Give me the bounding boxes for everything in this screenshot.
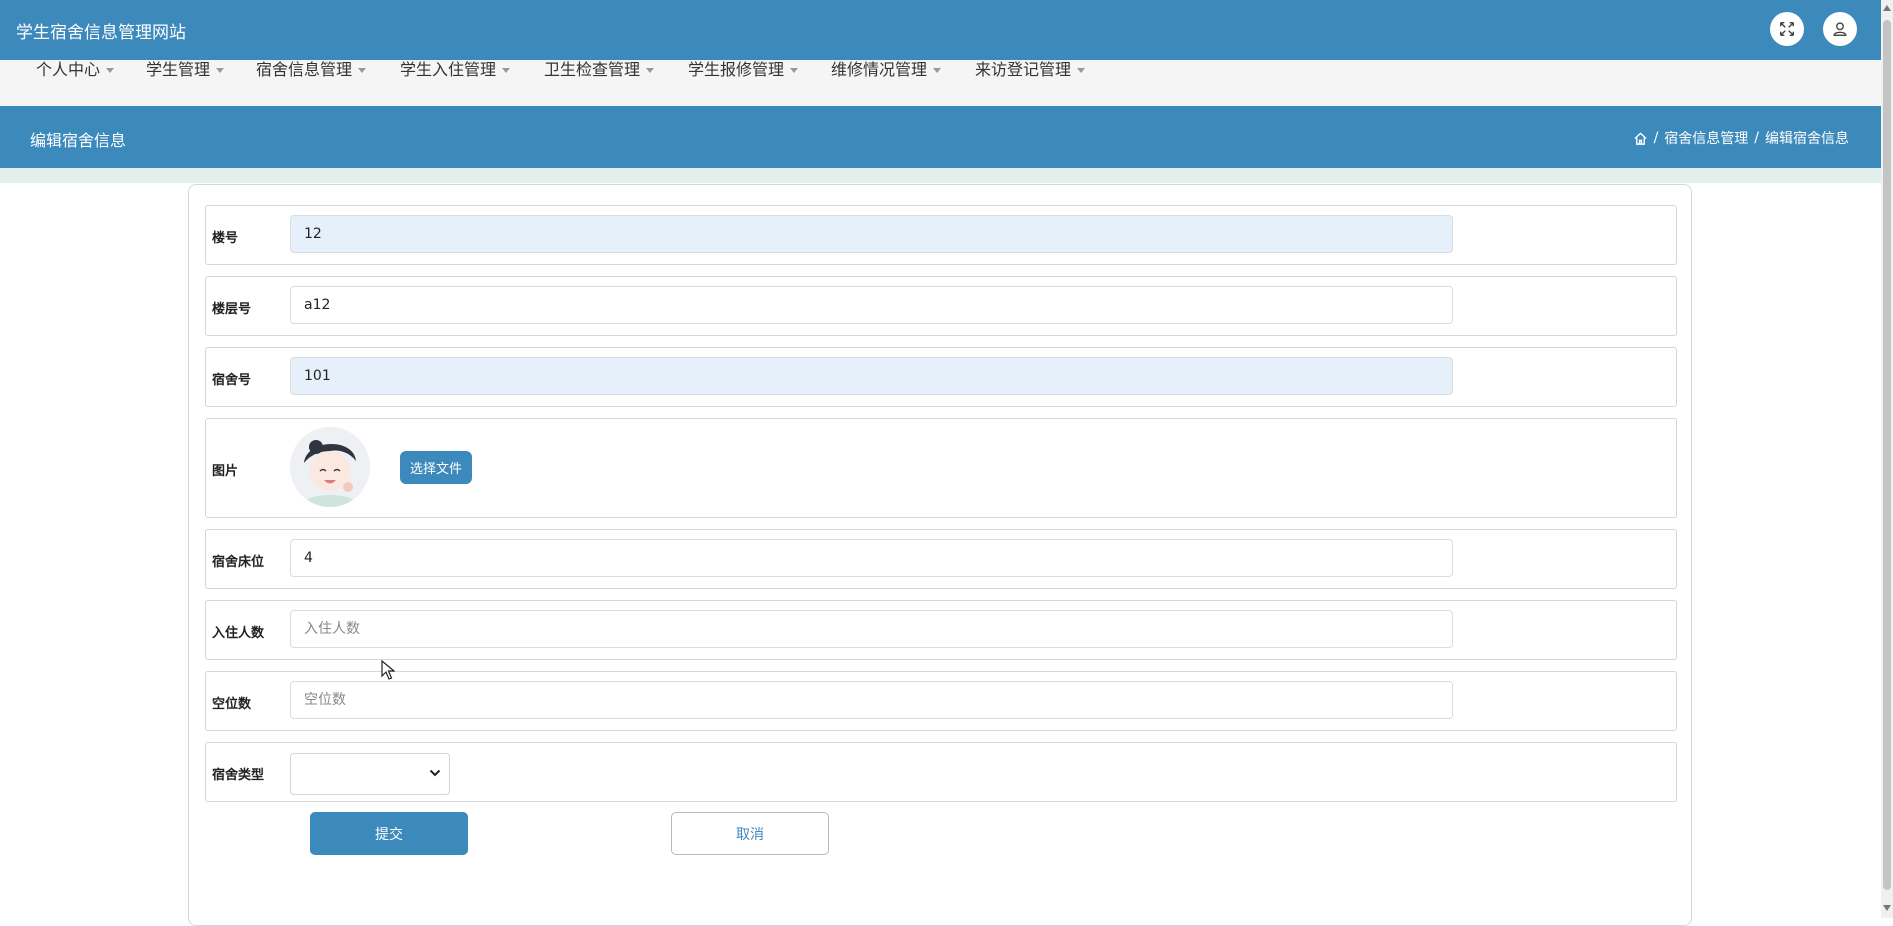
user-menu-button[interactable] xyxy=(1823,12,1857,46)
breadcrumb-separator: / xyxy=(1754,130,1759,146)
dorm-number-label: 宿舍号 xyxy=(212,373,252,388)
vacancies-input[interactable] xyxy=(290,681,1453,719)
submit-button[interactable]: 提交 xyxy=(310,812,468,855)
page-title: 编辑宿舍信息 xyxy=(30,131,127,150)
beds-label: 宿舍床位 xyxy=(212,555,265,570)
avatar-illustration-icon xyxy=(290,427,370,507)
form-row-dorm-type: 宿舍类型 xyxy=(205,742,1677,802)
nav-item-dorm-info[interactable]: 宿舍信息管理 xyxy=(256,60,367,80)
page-title-bar: 编辑宿舍信息 / 宿舍信息管理 / 编辑宿舍信息 xyxy=(0,106,1881,168)
expand-icon xyxy=(1779,21,1795,37)
nav-item-label: 宿舍信息管理 xyxy=(256,60,353,79)
choose-file-button[interactable]: 选择文件 xyxy=(400,451,473,484)
dorm-type-select[interactable] xyxy=(290,753,450,795)
dorm-type-label: 宿舍类型 xyxy=(212,768,265,783)
nav-item-hygiene[interactable]: 卫生检查管理 xyxy=(544,60,655,80)
user-icon xyxy=(1833,22,1847,36)
nav-item-repair-request[interactable]: 学生报修管理 xyxy=(688,60,799,80)
top-header: 学生宿舍信息管理网站 xyxy=(0,0,1881,60)
nav-item-label: 学生管理 xyxy=(146,60,211,79)
dorm-number-input[interactable] xyxy=(290,357,1453,395)
building-label: 楼号 xyxy=(212,231,239,246)
home-icon[interactable] xyxy=(1633,131,1648,146)
form-row-occupants: 入住人数 xyxy=(205,600,1677,660)
nav-item-repair-status[interactable]: 维修情况管理 xyxy=(831,60,942,80)
main-nav: 个人中心 学生管理 宿舍信息管理 学生入住管理 卫生检查管理 学生报修管理 维修… xyxy=(0,60,1881,106)
nav-item-label: 卫生检查管理 xyxy=(544,60,641,79)
nav-item-label: 学生报修管理 xyxy=(688,60,785,79)
breadcrumb-current: 编辑宿舍信息 xyxy=(1765,131,1849,147)
caret-down-icon xyxy=(646,67,655,73)
floor-input[interactable] xyxy=(290,286,1453,324)
dorm-image-preview xyxy=(290,427,370,507)
caret-down-icon xyxy=(216,67,225,73)
fullscreen-button[interactable] xyxy=(1770,12,1804,46)
caret-down-icon xyxy=(106,67,115,73)
form-row-beds: 宿舍床位 xyxy=(205,529,1677,589)
cancel-button[interactable]: 取消 xyxy=(671,812,829,855)
scroll-down-icon[interactable] xyxy=(1883,905,1891,911)
nav-item-visitor[interactable]: 来访登记管理 xyxy=(975,60,1086,80)
scroll-up-icon[interactable] xyxy=(1883,5,1891,11)
mouse-cursor-icon xyxy=(381,660,395,680)
nav-item-label: 个人中心 xyxy=(36,60,101,79)
form-row-image: 图片 选择文件 xyxy=(205,418,1677,518)
form-row-floor: 楼层号 xyxy=(205,276,1677,336)
divider-strip xyxy=(0,168,1881,183)
scroll-thumb[interactable] xyxy=(1883,20,1891,890)
nav-item-personal-center[interactable]: 个人中心 xyxy=(36,60,115,80)
image-label: 图片 xyxy=(212,464,239,479)
vertical-scrollbar[interactable] xyxy=(1881,0,1893,918)
nav-item-student-management[interactable]: 学生管理 xyxy=(146,60,225,80)
form-row-dorm-number: 宿舍号 xyxy=(205,347,1677,407)
chevron-down-icon xyxy=(429,769,441,777)
nav-item-label: 来访登记管理 xyxy=(975,60,1072,79)
site-title: 学生宿舍信息管理网站 xyxy=(16,23,186,43)
occupants-input[interactable] xyxy=(290,610,1453,648)
breadcrumb-separator: / xyxy=(1653,130,1659,146)
breadcrumb: / 宿舍信息管理 / 编辑宿舍信息 xyxy=(1633,128,1849,148)
caret-down-icon xyxy=(1077,67,1086,73)
nav-item-label: 维修情况管理 xyxy=(831,60,928,79)
caret-down-icon xyxy=(358,67,367,73)
caret-down-icon xyxy=(933,67,942,73)
nav-item-label: 学生入住管理 xyxy=(400,60,497,79)
form-row-building: 楼号 xyxy=(205,205,1677,265)
building-input[interactable] xyxy=(290,215,1453,253)
form-row-vacancies: 空位数 xyxy=(205,671,1677,731)
vacancies-label: 空位数 xyxy=(212,697,252,712)
caret-down-icon xyxy=(502,67,511,73)
caret-down-icon xyxy=(790,67,799,73)
edit-dorm-form: 楼号 楼层号 宿舍号 图片 选择文件 宿舍床位 xyxy=(188,184,1692,926)
beds-input[interactable] xyxy=(290,539,1453,577)
breadcrumb-section[interactable]: 宿舍信息管理 xyxy=(1664,128,1748,148)
floor-label: 楼层号 xyxy=(212,302,252,317)
nav-item-checkin[interactable]: 学生入住管理 xyxy=(400,60,511,80)
occupants-label: 入住人数 xyxy=(212,626,265,641)
